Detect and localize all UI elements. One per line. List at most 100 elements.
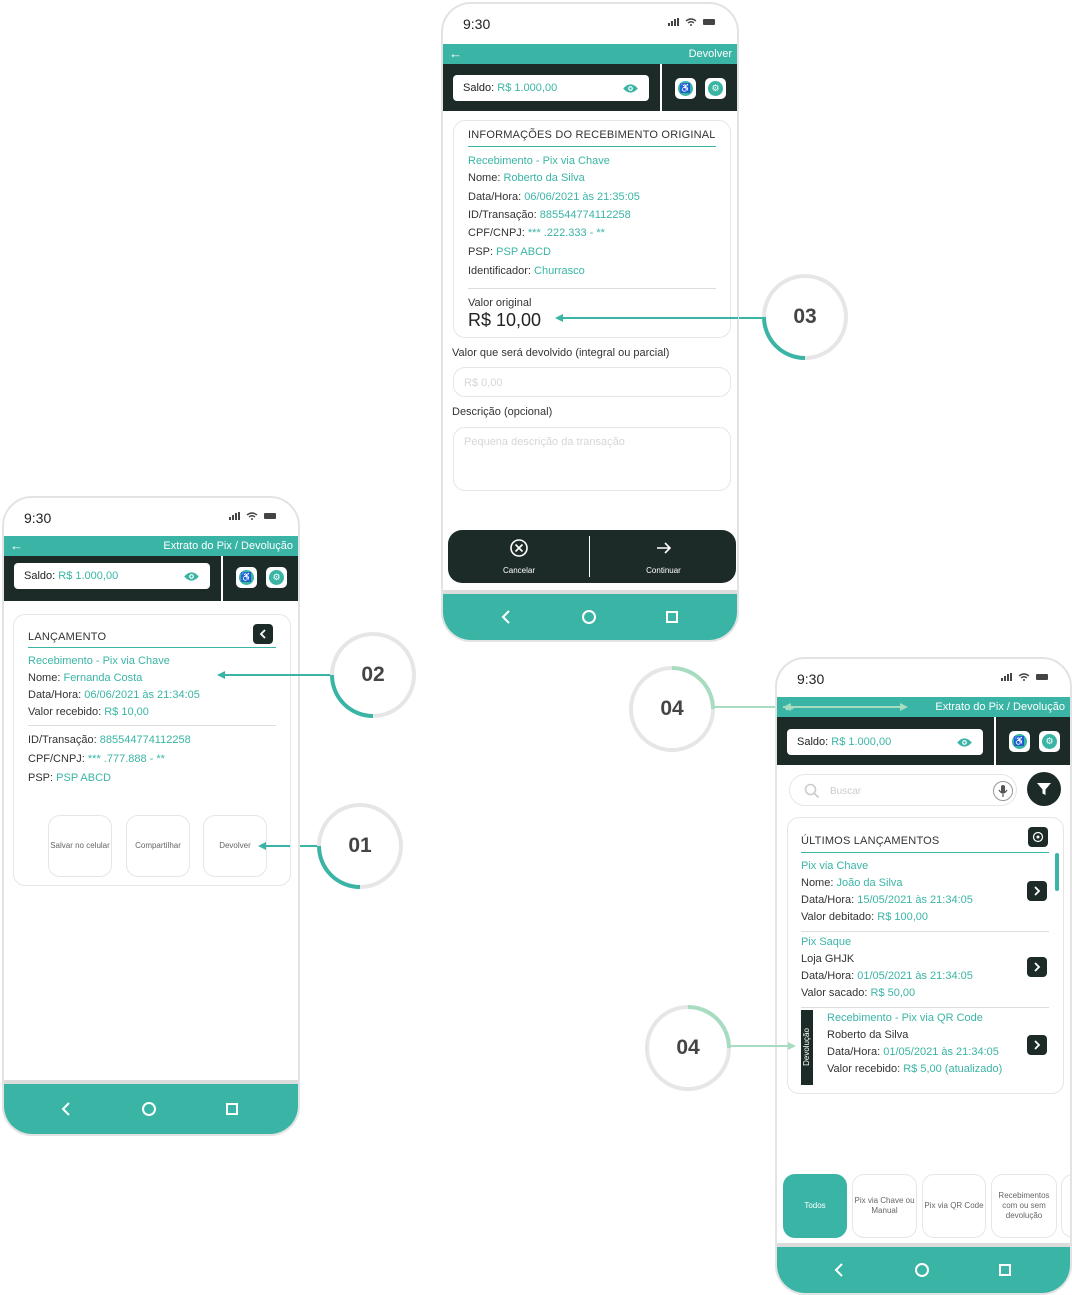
search-input[interactable]: Buscar bbox=[789, 774, 1017, 806]
id-value: 885544774112258 bbox=[99, 734, 191, 746]
nav-back-icon[interactable] bbox=[501, 610, 511, 624]
callout-number: 01 bbox=[348, 834, 372, 857]
refund-value-label: Valor que será devolvido (integral ou pa… bbox=[452, 347, 670, 359]
filter-pix-qrcode[interactable]: Pix via QR Code bbox=[922, 1174, 986, 1238]
back-arrow-icon[interactable]: ← bbox=[10, 538, 23, 553]
id-value: 885544774112258 bbox=[539, 209, 631, 221]
psp-value: PSP ABCD bbox=[56, 772, 111, 784]
nav-back-icon[interactable] bbox=[61, 1102, 71, 1116]
list-item[interactable]: Pix Saque Loja GHJK Data/Hora: 01/05/202… bbox=[788, 932, 1058, 1004]
share-button[interactable]: Compartilhar bbox=[126, 815, 190, 877]
chevron-right-icon[interactable] bbox=[1027, 1035, 1047, 1055]
entry-line2-value: 01/05/2021 às 21:34:05 bbox=[883, 1046, 999, 1058]
save-button[interactable]: Salvar no celular bbox=[48, 815, 112, 877]
callout-number: 02 bbox=[361, 663, 385, 686]
balance-bar: Saldo: R$ 1.000,00 ♿ ⚙ bbox=[777, 717, 1070, 765]
entry-line2-value: 15/05/2021 às 21:34:05 bbox=[857, 894, 973, 906]
filter-recebimentos[interactable]: Recebimentos com ou sem devolução bbox=[991, 1174, 1057, 1238]
accessibility-icon: ♿ bbox=[1012, 734, 1027, 749]
microphone-icon[interactable] bbox=[993, 781, 1013, 801]
callout-number: 04 bbox=[660, 697, 684, 720]
list-item[interactable]: Devolução Recebimento - Pix via QR Code … bbox=[788, 1008, 1058, 1088]
filter-more[interactable] bbox=[1061, 1174, 1070, 1238]
accessibility-button[interactable]: ♿ bbox=[236, 567, 257, 588]
action-bar: Cancelar Continuar bbox=[448, 530, 736, 583]
eye-icon[interactable] bbox=[956, 737, 973, 748]
cancel-button[interactable]: Cancelar bbox=[448, 530, 590, 583]
balance-bar: Saldo: R$ 1.000,00 ♿ ⚙ bbox=[4, 556, 298, 601]
status-bar: 9:30 bbox=[777, 659, 1070, 695]
refund-value-input[interactable]: R$ 0,00 bbox=[453, 367, 731, 397]
filter-pix-chave[interactable]: Pix via Chave ou Manual bbox=[852, 1174, 917, 1238]
callout-number: 04 bbox=[676, 1036, 700, 1059]
entry-line2-label: Data/Hora: bbox=[801, 894, 855, 906]
description-input[interactable]: Pequena descrição da transação bbox=[453, 427, 731, 491]
battery-icon bbox=[703, 19, 715, 25]
accessibility-button[interactable]: ♿ bbox=[1009, 731, 1030, 752]
close-circle-icon bbox=[510, 539, 528, 557]
phone-extrato: 9:30 ← Extrato do Pix / Devolução Saldo:… bbox=[775, 657, 1072, 1295]
original-value: R$ 10,00 bbox=[468, 310, 542, 330]
filter-todos[interactable]: Todos bbox=[783, 1174, 847, 1238]
accessibility-icon: ♿ bbox=[239, 570, 254, 585]
nav-home-icon[interactable] bbox=[914, 1262, 930, 1278]
nav-home-icon[interactable] bbox=[141, 1101, 157, 1117]
filter-button[interactable] bbox=[1027, 772, 1061, 806]
signal-icon bbox=[1001, 673, 1012, 681]
battery-icon bbox=[1036, 674, 1048, 680]
status-time: 9:30 bbox=[797, 671, 825, 687]
refresh-icon bbox=[1032, 831, 1044, 843]
collapse-button[interactable] bbox=[253, 624, 273, 644]
entry-line3-label: Valor debitado: bbox=[801, 911, 875, 923]
entry-line1-value: João da Silva bbox=[836, 877, 903, 889]
entry-line1-label: Loja GHJK bbox=[801, 953, 855, 965]
description-label: Descrição (opcional) bbox=[452, 406, 553, 418]
balance-value: R$ 1.000,00 bbox=[831, 736, 892, 748]
entry-line3-value: R$ 50,00 bbox=[870, 987, 916, 999]
entry-line3-value: R$ 100,00 bbox=[877, 911, 929, 923]
accessibility-button[interactable]: ♿ bbox=[675, 78, 696, 99]
refresh-button[interactable] bbox=[1028, 827, 1048, 847]
continue-button[interactable]: Continuar bbox=[591, 530, 736, 583]
refund-tag: Devolução bbox=[801, 1010, 813, 1085]
settings-button[interactable]: ⚙ bbox=[266, 567, 287, 588]
cpf-label: CPF/CNPJ: bbox=[28, 753, 85, 765]
transaction-type: Recebimento - Pix via Chave bbox=[28, 655, 170, 667]
balance-field[interactable]: Saldo: R$ 1.000,00 bbox=[14, 563, 210, 589]
settings-button[interactable]: ⚙ bbox=[1039, 731, 1060, 752]
gear-icon: ⚙ bbox=[1042, 734, 1057, 749]
nav-back-icon[interactable] bbox=[834, 1263, 844, 1277]
eye-icon[interactable] bbox=[622, 83, 639, 94]
entry-line3-label: Valor recebido: bbox=[827, 1063, 901, 1075]
value-label: Valor recebido: bbox=[28, 706, 102, 718]
balance-field[interactable]: Saldo: R$ 1.000,00 bbox=[787, 729, 983, 755]
settings-button[interactable]: ⚙ bbox=[705, 78, 726, 99]
cpf-value: *** .777.888 - ** bbox=[87, 753, 165, 765]
nav-home-icon[interactable] bbox=[581, 609, 597, 625]
eye-icon[interactable] bbox=[183, 571, 200, 582]
continue-label: Continuar bbox=[646, 566, 681, 575]
phone-lancamento: 9:30 ← Extrato do Pix / Devolução Saldo:… bbox=[2, 496, 300, 1136]
date-label: Data/Hora: bbox=[28, 689, 82, 701]
nav-recents-icon[interactable] bbox=[998, 1263, 1012, 1277]
list-item[interactable]: Pix via Chave Nome: João da Silva Data/H… bbox=[788, 856, 1058, 928]
nav-recents-icon[interactable] bbox=[665, 610, 679, 624]
cancel-label: Cancelar bbox=[502, 566, 535, 575]
nav-recents-icon[interactable] bbox=[225, 1102, 239, 1116]
accessibility-icon: ♿ bbox=[678, 81, 693, 96]
chevron-right-icon[interactable] bbox=[1027, 957, 1047, 977]
original-info-card: INFORMAÇÕES DO RECEBIMENTO ORIGINAL Rece… bbox=[453, 120, 731, 338]
signal-icon bbox=[229, 512, 240, 520]
status-time: 9:30 bbox=[463, 16, 491, 32]
balance-field[interactable]: Saldo: R$ 1.000,00 bbox=[453, 75, 649, 101]
refund-button[interactable]: Devolver bbox=[203, 815, 267, 877]
status-bar: 9:30 bbox=[443, 4, 737, 40]
entry-line2-label: Data/Hora: bbox=[801, 970, 855, 982]
chevron-right-icon[interactable] bbox=[1027, 881, 1047, 901]
callout-04-top: 04 bbox=[628, 665, 716, 753]
transaction-type: Recebimento - Pix via Chave bbox=[468, 155, 610, 167]
back-arrow-icon[interactable]: ← bbox=[783, 699, 796, 714]
balance-value: R$ 1.000,00 bbox=[497, 82, 558, 94]
back-arrow-icon[interactable]: ← bbox=[449, 46, 462, 61]
entry-line3-value: R$ 5,00 (atualizado) bbox=[903, 1063, 1003, 1075]
